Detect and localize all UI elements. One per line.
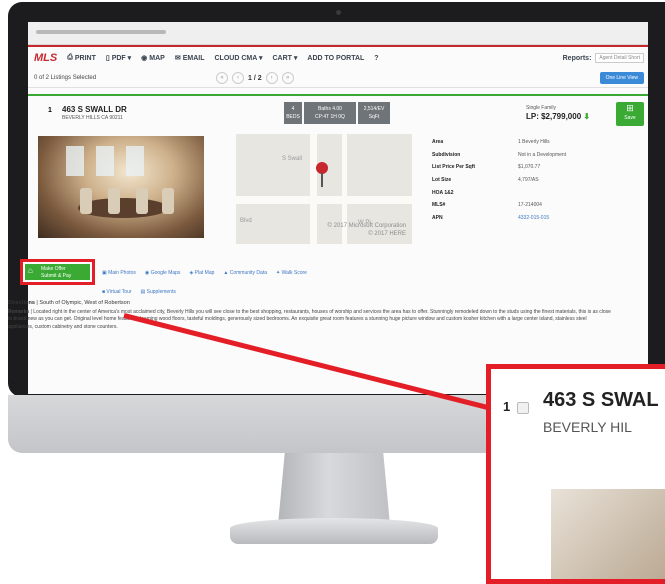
fact-row: MLS# 17-214004 [432,202,542,209]
make-offer-highlight: ⌂ Make Offer Submit & Pay [20,259,95,285]
reports-control: Reports: Agent Detail Short [563,53,644,63]
remarks: Remarks | Located right in the center of… [8,309,611,330]
fact-row: HOA 1&2 [432,189,454,196]
envelope-icon: ✉ [174,55,181,62]
baths-stat: Baths 4.00 CP:4T 1H 0Q [304,102,356,124]
email-button[interactable]: ✉ EMAIL [174,54,205,63]
monitor-stand-neck [278,453,390,525]
fact-row: APN 4332-015-015 [432,214,550,221]
reports-select[interactable]: Agent Detail Short [595,53,644,63]
last-page-button[interactable]: » [281,72,294,84]
first-page-button[interactable]: « [216,72,229,84]
zoom-photo [551,489,665,579]
listing-facts: Area 1 Beverly Hills Subdivision Not in a … [432,136,618,224]
reports-label: Reports: [562,54,592,62]
listing-city: BEVERLY HILLS CA 90211 [62,115,123,121]
cart-icon: ⊞ [626,103,634,113]
print-button[interactable]: ⎙ PRINT [67,54,96,62]
sqft-stat: 2,514/EV SqFt [358,102,390,124]
selected-count: 0 of 2 Listings Selected [34,75,97,81]
google-maps-link[interactable]: ◉ Google Maps [145,270,181,276]
fact-row: Subdivision Not in a Development [432,151,567,158]
make-offer-button[interactable]: ⌂ Make Offer Submit & Pay [25,264,90,280]
main-photos-link[interactable]: ▣ Main Photos [102,270,136,276]
home-icon: ⌂ [28,266,33,275]
monitor-stand-foot [230,518,438,544]
beds-stat: 4 BEDS [284,102,302,124]
zoom-address: 463 S SWAL [543,389,659,411]
zoom-callout: 1 463 S SWAL BEVERLY HIL [486,364,665,584]
fact-row: Lot Size 4,797/AS [432,177,539,184]
toolbar: MLS ⎙ PRINT ▯ PDF ▾ ◉ MAP ✉ EMAIL CLOUD CMA … [28,47,648,69]
one-line-view-button[interactable]: One Line View [599,72,644,84]
zoom-city: BEVERLY HIL [543,419,632,435]
print-icon: ⎙ [67,54,73,61]
directions: Directions | South of Olympic, West of R… [8,300,130,306]
browser-bar [28,22,648,45]
zoom-listing-number: 1 [503,399,511,414]
list-price: LP: $2,799,000 ⬇ [526,112,591,121]
pdf-button[interactable]: ▯ PDF ▾ [106,54,131,62]
listing-number: 1 [48,107,52,114]
add-to-portal-button[interactable]: ADD TO PORTAL [307,55,364,62]
apn-link[interactable]: 4332-015-015 [518,215,549,221]
listing-navigation: 0 of 2 Listings Selected « ‹ 1 / 2 › » O… [28,69,648,88]
mls-logo[interactable]: MLS [34,52,57,64]
next-page-button[interactable]: › [265,72,278,84]
price-drop-icon: ⬇ [583,112,591,121]
cloud-cma-button[interactable]: CLOUD CMA ▾ [215,54,263,62]
supplements-link[interactable]: ▤ Supplements [141,289,176,295]
virtual-tour-link[interactable]: ■ Virtual Tour [102,289,132,295]
listing-header: 1 463 S SWALL DR BEVERLY HILLS CA 90211 … [28,96,648,128]
zoom-select-checkbox[interactable] [517,402,529,414]
fact-row: Area 1 Beverly Hills [432,139,550,146]
url-bar[interactable] [36,30,166,34]
fact-row: List Price Per Sqft $1,070.77 [432,164,541,171]
plat-map-link[interactable]: ◈ Plat Map [189,270,214,276]
walk-score-link[interactable]: ✦ Walk Score [276,270,307,276]
pager: « ‹ 1 / 2 › » [216,72,294,84]
map-copyright: © 2017 Microsoft Corporation © 2017 HERE [327,223,406,237]
document-icon: ▯ [105,55,110,62]
listing-address[interactable]: 463 S SWALL DR [62,105,127,114]
listing-links: ▣ Main Photos ◉ Google Maps ◈ Plat Map ▲… [102,270,307,276]
help-icon[interactable]: ? [374,55,378,62]
listing-photo[interactable] [38,136,204,238]
property-type: Single Family [526,105,557,111]
map-button[interactable]: ◉ MAP [141,54,165,63]
listing-links-secondary: ■ Virtual Tour ▤ Supplements [102,289,176,295]
save-button[interactable]: ⊞ Save [616,102,644,126]
community-data-link[interactable]: ▲ Community Data [223,270,267,276]
camera-dot [336,10,341,15]
location-map[interactable]: S Swall Blvd W Pi © 2017 Microsoft Corpo… [236,134,412,244]
page-indicator: 1 / 2 [248,74,262,82]
cart-button[interactable]: CART ▾ [272,54,297,62]
prev-page-button[interactable]: ‹ [232,72,245,84]
map-pin-icon: ◉ [141,55,148,62]
